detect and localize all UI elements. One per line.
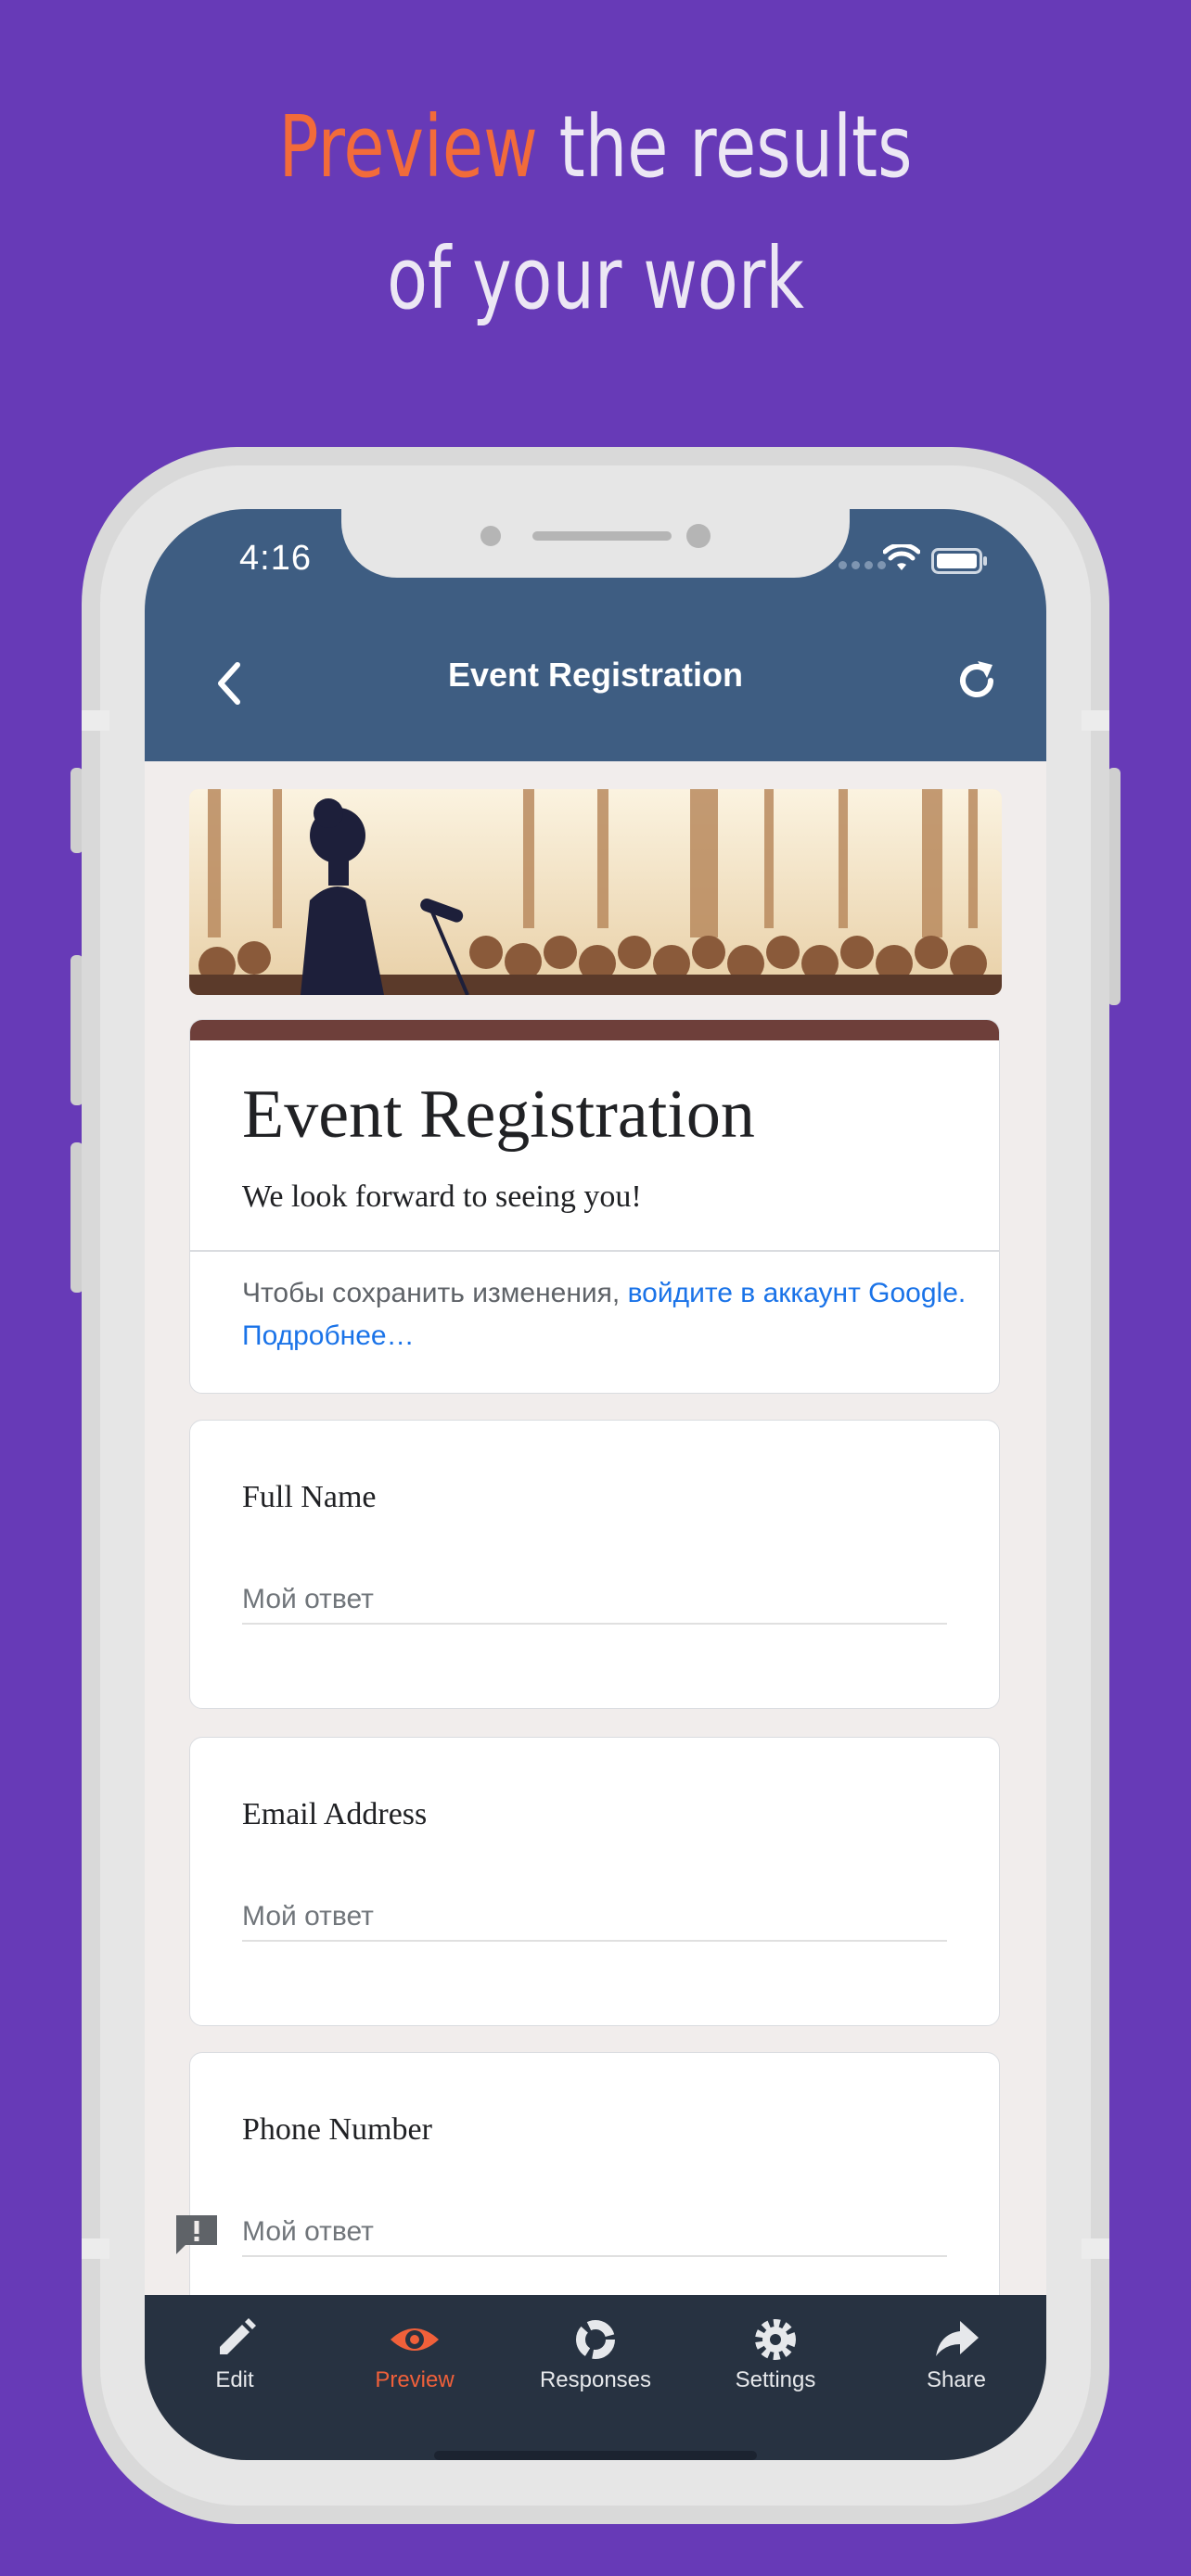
signin-link[interactable]: войдите в аккаунт Google.: [628, 1278, 967, 1308]
speaker-grille: [532, 531, 672, 541]
headline-line1: the results: [558, 97, 913, 197]
question-label: Email Address: [242, 1797, 428, 1831]
home-indicator[interactable]: [434, 2451, 757, 2460]
question-card-email: Email Address: [189, 1737, 1000, 2026]
antenna-band: [1082, 2238, 1109, 2259]
cellular-signal-icon: [852, 561, 860, 569]
phone-screen: 4:16 Event Registration Event Registrati…: [145, 509, 1046, 2460]
tab-label: Responses: [539, 2367, 652, 2392]
device-power-button: [1108, 768, 1121, 1005]
divider: [190, 1250, 999, 1252]
phone-input[interactable]: [242, 2209, 947, 2257]
sensor-dot: [686, 524, 711, 548]
donut-chart-icon: [506, 2312, 685, 2367]
form-accent-bar: [190, 1020, 999, 1040]
tab-responses[interactable]: Responses: [506, 2295, 685, 2406]
wifi-icon: [883, 544, 920, 570]
full-name-input[interactable]: [242, 1576, 947, 1625]
tab-edit[interactable]: Edit: [145, 2295, 325, 2406]
signin-text: Чтобы сохранить изменения,: [242, 1278, 628, 1308]
question-label: Phone Number: [242, 2112, 432, 2147]
status-time: 4:16: [239, 539, 312, 578]
pencil-icon: [145, 2312, 325, 2367]
tab-share[interactable]: Share: [866, 2295, 1046, 2406]
bottom-tab-bar: Edit Preview Responses Settings Share: [145, 2295, 1046, 2460]
signin-notice: Чтобы сохранить изменения, войдите в акк…: [242, 1272, 975, 1358]
promo-headline: Preview the results of your work: [131, 82, 1060, 345]
tab-label: Preview: [375, 2367, 455, 2392]
antenna-band: [82, 2238, 109, 2259]
refresh-button[interactable]: [954, 657, 1000, 704]
form-description: We look forward to seeing you!: [242, 1180, 642, 1214]
form-title-card: Event Registration We look forward to se…: [189, 1019, 1000, 1394]
tab-preview[interactable]: Preview: [325, 2295, 505, 2406]
question-card-full-name: Full Name: [189, 1420, 1000, 1709]
headline-line2: of your work: [387, 229, 804, 328]
feedback-icon[interactable]: [173, 2212, 221, 2260]
battery-icon: [931, 548, 987, 574]
eye-icon: [325, 2312, 505, 2367]
speaker-crowd-illustration: [189, 789, 1002, 995]
share-arrow-icon: [866, 2312, 1046, 2367]
headline-accent: Preview: [278, 97, 538, 197]
antenna-band: [82, 710, 109, 731]
form-header-image: [189, 789, 1002, 995]
tab-settings[interactable]: Settings: [685, 2295, 865, 2406]
page-title: Event Registration: [447, 656, 744, 694]
device-notch: [341, 509, 850, 578]
learn-more-link[interactable]: Подробнее…: [242, 1320, 415, 1351]
camera-dot: [480, 526, 501, 546]
email-input[interactable]: [242, 1894, 947, 1942]
gear-icon: [685, 2312, 865, 2367]
tab-label: Share: [926, 2367, 987, 2392]
cellular-signal-icon: [839, 561, 847, 569]
cellular-signal-icon: [864, 561, 873, 569]
question-label: Full Name: [242, 1480, 377, 1514]
antenna-band: [1082, 710, 1109, 731]
form-title: Event Registration: [242, 1077, 755, 1153]
tab-label: Settings: [735, 2367, 816, 2392]
tab-label: Edit: [215, 2367, 254, 2392]
